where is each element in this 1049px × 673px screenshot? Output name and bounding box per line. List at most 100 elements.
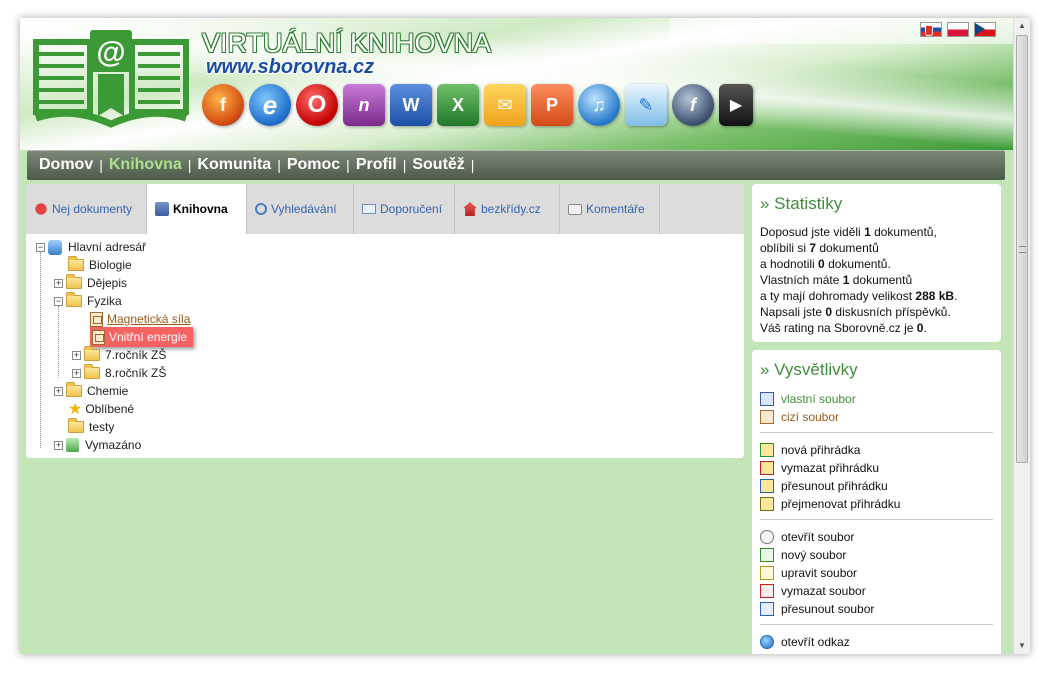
statistics-panel: » Statistiky Doposud jste viděli 1 dokum… — [752, 184, 1001, 342]
library-logo-icon[interactable]: @ — [28, 26, 194, 132]
tree-node-testy[interactable]: testy — [68, 418, 114, 436]
tree-node-chemie[interactable]: + Chemie — [54, 382, 128, 400]
move-file-icon — [760, 602, 774, 616]
flash-icon: f — [672, 84, 714, 126]
legend-title: » Vysvětlivky — [760, 360, 858, 379]
vertical-scrollbar[interactable]: ▲ ▼ — [1013, 18, 1030, 654]
tab-komentare[interactable]: Komentáře — [560, 184, 660, 234]
stat-line: a hodnotili 0 dokumentů. — [760, 257, 891, 271]
tab-vyhledavani[interactable]: Vyhledávání — [247, 184, 354, 234]
selected-node-highlight: Vnitřní energie — [90, 327, 194, 347]
legend-row: přesunout přihrádku — [760, 477, 993, 495]
book-icon — [155, 202, 169, 216]
legend-row: přejmenovat přihrádku — [760, 495, 993, 513]
tab-bar: Nej dokumenty Knihovna Vyhledávání Dopor… — [26, 184, 744, 234]
app-icon-row: f e O n W X ✉ P ♫ ✎ f ▶ — [202, 84, 753, 126]
tree-node-oblibene[interactable]: ★ Oblíbené — [68, 400, 134, 418]
expand-icon[interactable]: + — [72, 368, 81, 378]
folder-add-icon — [760, 443, 774, 457]
folder-move-icon — [760, 479, 774, 493]
publisher-icon: ✎ — [625, 84, 667, 126]
collapse-icon[interactable]: − — [36, 242, 45, 252]
foreign-file-icon — [90, 311, 103, 327]
tree-file-magneticka-sila[interactable]: Magnetická síla — [90, 310, 190, 328]
expand-icon[interactable]: + — [54, 386, 63, 396]
scroll-thumb[interactable] — [1016, 35, 1028, 463]
search-icon — [255, 203, 267, 215]
ribbon-icon — [34, 202, 48, 216]
envelope-icon — [362, 204, 376, 214]
svg-text:@: @ — [96, 36, 125, 69]
folder-open-icon — [66, 292, 82, 307]
folder-delete-icon — [760, 461, 774, 475]
outlook-icon: ✉ — [484, 84, 526, 126]
scroll-down-icon[interactable]: ▼ — [1014, 638, 1030, 654]
folder-icon — [84, 346, 100, 361]
tab-bezkridy[interactable]: bezkřídy.cz — [455, 184, 560, 234]
tree-file-vnitrni-energie[interactable]: Vnitřní energie — [90, 327, 194, 347]
nav-item-domov[interactable]: Domov — [39, 156, 93, 174]
globe-link-icon — [760, 635, 774, 649]
open-file-icon — [760, 530, 774, 544]
scroll-up-icon[interactable]: ▲ — [1014, 18, 1030, 34]
expand-icon[interactable]: + — [54, 278, 63, 288]
site-url-link[interactable]: www.sborovna.cz — [206, 56, 374, 79]
stat-line: a ty mají dohromady velikost 288 kB. — [760, 289, 958, 303]
tab-knihovna[interactable]: Knihovna — [147, 184, 247, 234]
legend-row: vlastní soubor — [760, 390, 993, 408]
tree-node-vymazano[interactable]: + Vymazáno — [54, 436, 141, 454]
tree-node-biologie[interactable]: Biologie — [68, 256, 132, 274]
legend-row: upravit soubor — [760, 564, 993, 582]
stat-line: oblíbili si 7 dokumentů — [760, 241, 879, 255]
tab-doporuceni[interactable]: Doporučení — [354, 184, 455, 234]
site-title: VIRTUÁLNÍ KNIHOVNA — [202, 28, 492, 58]
legend-row: vymazat přihrádku — [760, 459, 993, 477]
tree-node-fyzika[interactable]: − Fyzika — [54, 292, 122, 310]
expand-icon[interactable]: + — [54, 440, 63, 450]
expand-icon[interactable]: + — [72, 350, 81, 360]
nav-item-knihovna[interactable]: Knihovna — [109, 156, 182, 174]
folder-icon — [68, 256, 84, 271]
comment-icon — [568, 203, 582, 215]
folder-icon — [84, 364, 100, 379]
nav-item-profil[interactable]: Profil — [356, 156, 397, 174]
nav-item-pomoc[interactable]: Pomoc — [287, 156, 340, 174]
stat-line: Doposud jste viděli 1 dokumentů, — [760, 225, 937, 239]
tree-root[interactable]: − Hlavní adresář — [36, 238, 146, 256]
site-header: @ VIRTUÁLNÍ KNIHOVNA www.sborovna.cz f e… — [20, 18, 1013, 150]
recycle-bin-icon — [66, 438, 79, 452]
flag-pl-icon[interactable] — [947, 22, 969, 37]
nav-item-komunita[interactable]: Komunita — [197, 156, 271, 174]
legend-row: otevřít odkaz — [760, 633, 993, 651]
stat-line: Váš rating na Sborovně.cz je 0. — [760, 321, 927, 335]
star-icon: ★ — [68, 401, 83, 418]
collapse-icon[interactable]: − — [54, 296, 63, 306]
tab-nej-dokumenty[interactable]: Nej dokumenty — [26, 184, 147, 234]
excel-icon: X — [437, 84, 479, 126]
folder-rename-icon — [760, 497, 774, 511]
tree-node-8-rocnik[interactable]: + 8.ročník ZŠ — [72, 364, 166, 382]
legend-panel: » Vysvětlivky vlastní soubor cizí soubor… — [752, 350, 1001, 654]
folder-icon — [68, 418, 84, 433]
word-icon: W — [390, 84, 432, 126]
legend-row: nová přihrádka — [760, 441, 993, 459]
tree-node-7-rocnik[interactable]: + 7.ročník ZŠ — [72, 346, 166, 364]
powerpoint-icon: P — [531, 84, 573, 126]
edit-file-icon — [760, 566, 774, 580]
foreign-file-icon — [760, 410, 774, 424]
folder-icon — [66, 274, 82, 289]
browser-window: @ VIRTUÁLNÍ KNIHOVNA www.sborovna.cz f e… — [20, 18, 1030, 654]
statistics-title: » Statistiky — [760, 194, 843, 213]
ie-icon: e — [249, 84, 291, 126]
onenote-icon: n — [343, 84, 385, 126]
computer-icon — [48, 239, 62, 255]
tree-node-dejepis[interactable]: + Dějepis — [54, 274, 127, 292]
flag-sk-icon[interactable] — [920, 22, 942, 37]
flag-cz-icon[interactable] — [974, 22, 996, 37]
legend-row: vymazat soubor — [760, 582, 993, 600]
foreign-file-icon — [92, 329, 105, 345]
opera-icon: O — [296, 84, 338, 126]
nav-item-soutez[interactable]: Soutěž — [412, 156, 464, 174]
avi-icon: ▶ — [719, 84, 753, 126]
library-panel: Nej dokumenty Knihovna Vyhledávání Dopor… — [26, 184, 744, 458]
